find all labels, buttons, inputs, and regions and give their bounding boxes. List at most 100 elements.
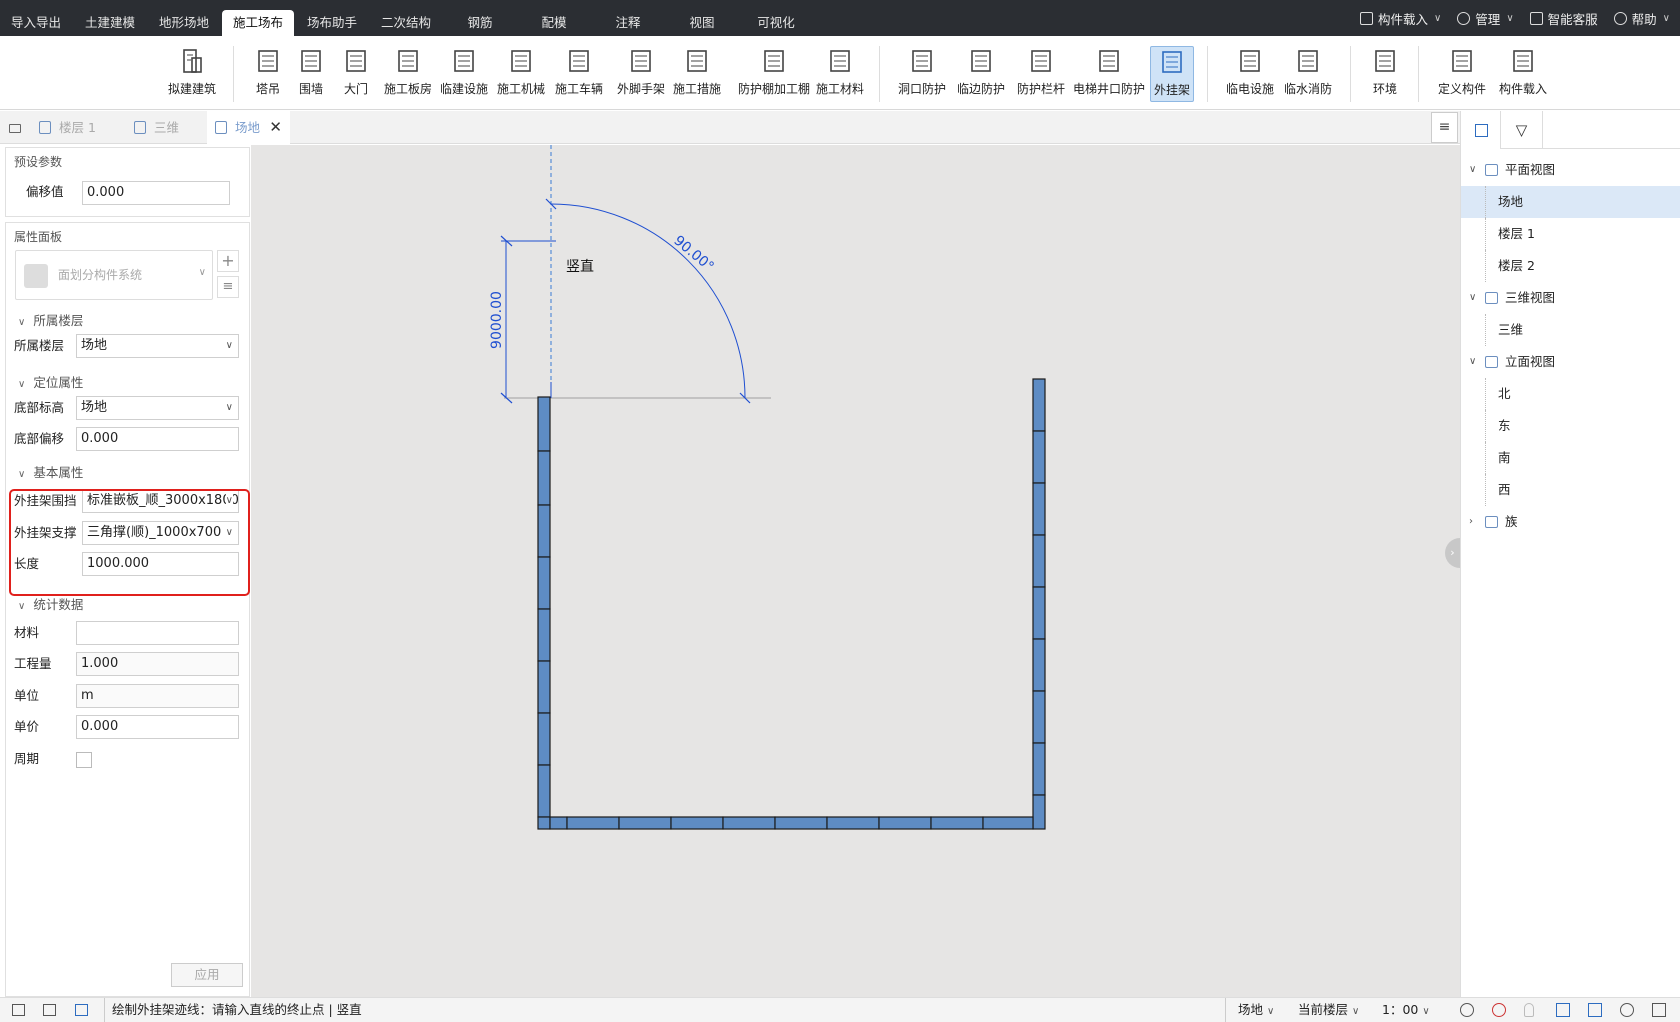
tool-label: 临电设施 <box>1225 82 1274 96</box>
menu-tab-visualization[interactable]: 可视化 <box>740 10 812 36</box>
tool-component-load[interactable]: 构件载入 <box>1494 46 1552 102</box>
tool-shed[interactable]: 防护棚加工棚 <box>729 46 819 102</box>
material-input[interactable] <box>76 621 239 645</box>
add-icon[interactable]: + <box>217 250 239 272</box>
close-icon[interactable]: ✕ <box>269 111 282 144</box>
drawing-canvas[interactable]: 9000.00 90.00° 竖直 <box>251 145 1460 997</box>
tab-site[interactable]: 场地 ✕ <box>207 111 290 144</box>
offset-input[interactable]: 0.000 <box>82 181 230 205</box>
tool-environment[interactable]: 环境 <box>1364 46 1406 102</box>
tool-opening-protection[interactable]: 洞口防护 <box>895 46 949 102</box>
layer-icon[interactable] <box>1588 1003 1602 1017</box>
menu-tab-site-layout[interactable]: 施工场布 <box>222 10 294 36</box>
tool-machinery[interactable]: 施工机械 <box>492 46 550 102</box>
base-elevation-select[interactable]: 场地 ∨ <box>76 396 239 420</box>
tree-node-elevation-views[interactable]: ∨ 立面视图 <box>1461 346 1680 378</box>
base-offset-input[interactable]: 0.000 <box>76 427 239 451</box>
document-tab-strip: 楼层 1 三维 场地 ✕ ≡ <box>0 111 1460 144</box>
tool-define-component[interactable]: 定义构件 <box>1433 46 1491 102</box>
system-selector[interactable]: 面划分构件系统 ∨ <box>15 250 213 300</box>
tool-planned-building[interactable]: 拟建建筑 <box>163 46 221 102</box>
tree-item-plan-2[interactable]: 楼层 2 <box>1461 250 1680 282</box>
zoom-icon[interactable] <box>1620 1003 1634 1017</box>
menu-tab-civil-modeling[interactable]: 土建建模 <box>74 10 146 36</box>
menu-list-icon[interactable]: ≡ <box>1431 112 1458 143</box>
tool-elevator-shaft-protection[interactable]: 电梯井口防护 <box>1068 46 1150 102</box>
tree-node-3d-views[interactable]: ∨ 三维视图 <box>1461 282 1680 314</box>
tool-label: 围墙 <box>298 82 323 96</box>
tool-guardrail[interactable]: 防护栏杆 <box>1015 46 1067 102</box>
tab-switch-icon[interactable] <box>0 111 30 144</box>
menu-tab-annotation[interactable]: 注释 <box>592 10 664 36</box>
hanging-frame-segment <box>537 660 551 714</box>
menu-tab-rebar[interactable]: 钢筋 <box>444 10 516 36</box>
layout-view-icon[interactable] <box>43 1004 56 1016</box>
manage-menu[interactable]: 管理 ∨ <box>1457 9 1514 28</box>
section-basic[interactable]: ∨ 基本属性 <box>18 463 83 483</box>
isolate-icon[interactable] <box>1492 1003 1506 1017</box>
snap-icon[interactable] <box>1460 1003 1474 1017</box>
tree-item-elevation-1[interactable]: 东 <box>1461 410 1680 442</box>
period-checkbox[interactable] <box>76 752 92 768</box>
section-position[interactable]: ∨ 定位属性 <box>18 373 83 393</box>
menu-tab-layout-assistant[interactable]: 场布助手 <box>296 10 368 36</box>
tool-temporary-power[interactable]: 临电设施 <box>1222 46 1278 102</box>
apply-button[interactable]: 应用 <box>171 963 243 987</box>
current-floor-value: 当前楼层 <box>1298 1002 1349 1017</box>
tree-item-plan-1[interactable]: 楼层 1 <box>1461 218 1680 250</box>
tree-item-elevation-2[interactable]: 南 <box>1461 442 1680 474</box>
tree-label: 北 <box>1498 386 1511 401</box>
tool-gate[interactable]: 大门 <box>335 46 377 102</box>
shed-icon <box>764 50 784 72</box>
menu-tab-import-export[interactable]: 导入导出 <box>0 10 72 36</box>
menu-tab-view[interactable]: 视图 <box>666 10 738 36</box>
light-bulb-icon[interactable] <box>1524 1003 1534 1017</box>
tree-item-plan-0[interactable]: 场地 <box>1461 186 1680 218</box>
tool-label: 施工车辆 <box>554 82 603 96</box>
tree-item-elevation-3[interactable]: 西 <box>1461 474 1680 506</box>
browser-tab-views[interactable] <box>1461 111 1501 149</box>
tool-hanging-frame[interactable]: 外挂架 <box>1150 46 1194 102</box>
display-icon[interactable] <box>1556 1003 1570 1017</box>
tool-site-office[interactable]: 施工板房 <box>378 46 438 102</box>
tree-item-elevation-0[interactable]: 北 <box>1461 378 1680 410</box>
section-stats[interactable]: ∨ 统计数据 <box>18 595 83 615</box>
site-select[interactable]: 场地 ∨ <box>1238 998 1274 1022</box>
scale-select[interactable]: 1：00 ∨ <box>1382 998 1430 1022</box>
chevron-down-icon[interactable]: ∨ <box>1469 346 1476 378</box>
tab-floor-1[interactable]: 楼层 1 <box>31 111 125 144</box>
service-menu[interactable]: 智能客服 <box>1529 9 1598 28</box>
component-load-menu[interactable]: 构件载入 ∨ <box>1359 9 1441 28</box>
tree-node-plan-views[interactable]: ∨ 平面视图 <box>1461 154 1680 186</box>
tool-fence[interactable]: 围墙 <box>289 46 333 102</box>
price-input[interactable]: 0.000 <box>76 715 239 739</box>
chevron-right-icon[interactable]: › <box>1469 506 1473 538</box>
cube-icon[interactable] <box>1652 1003 1666 1017</box>
section-floor[interactable]: ∨ 所属楼层 <box>18 311 83 331</box>
menu-tab-secondary-structure[interactable]: 二次结构 <box>370 10 442 36</box>
chevron-down-icon[interactable]: ∨ <box>1469 282 1476 314</box>
tool-measures[interactable]: 施工措施 <box>668 46 726 102</box>
current-floor-select[interactable]: 当前楼层 ∨ <box>1298 998 1359 1022</box>
floor-select[interactable]: 场地 ∨ <box>76 334 239 358</box>
tree-node-family[interactable]: › 族 <box>1461 506 1680 538</box>
tool-water-fire[interactable]: 临水消防 <box>1280 46 1336 102</box>
chevron-down-icon[interactable]: ∨ <box>1469 154 1476 186</box>
menu-tab-formwork[interactable]: 配模 <box>518 10 590 36</box>
menu-tab-terrain-site[interactable]: 地形场地 <box>148 10 220 36</box>
tool-vehicle[interactable]: 施工车辆 <box>551 46 607 102</box>
tool-temporary-facility[interactable]: 临建设施 <box>433 46 495 102</box>
property-panel-title: 属性面板 <box>14 230 63 244</box>
tab-3d[interactable]: 三维 <box>126 111 206 144</box>
scaffold-frames <box>537 378 1046 830</box>
filter-icon[interactable]: ▽ <box>1501 111 1543 149</box>
help-menu[interactable]: 帮助 ∨ <box>1613 9 1670 28</box>
tool-edge-protection[interactable]: 临边防护 <box>953 46 1009 102</box>
list-icon[interactable]: ≡ <box>217 276 239 298</box>
tree-item-3d-0[interactable]: 三维 <box>1461 314 1680 346</box>
tool-external-scaffold[interactable]: 外脚手架 <box>611 46 671 102</box>
tool-material[interactable]: 施工材料 <box>810 46 870 102</box>
tile-view-icon[interactable] <box>75 1004 88 1016</box>
manage-label: 管理 <box>1475 11 1501 27</box>
grid-view-icon[interactable] <box>12 1004 25 1016</box>
